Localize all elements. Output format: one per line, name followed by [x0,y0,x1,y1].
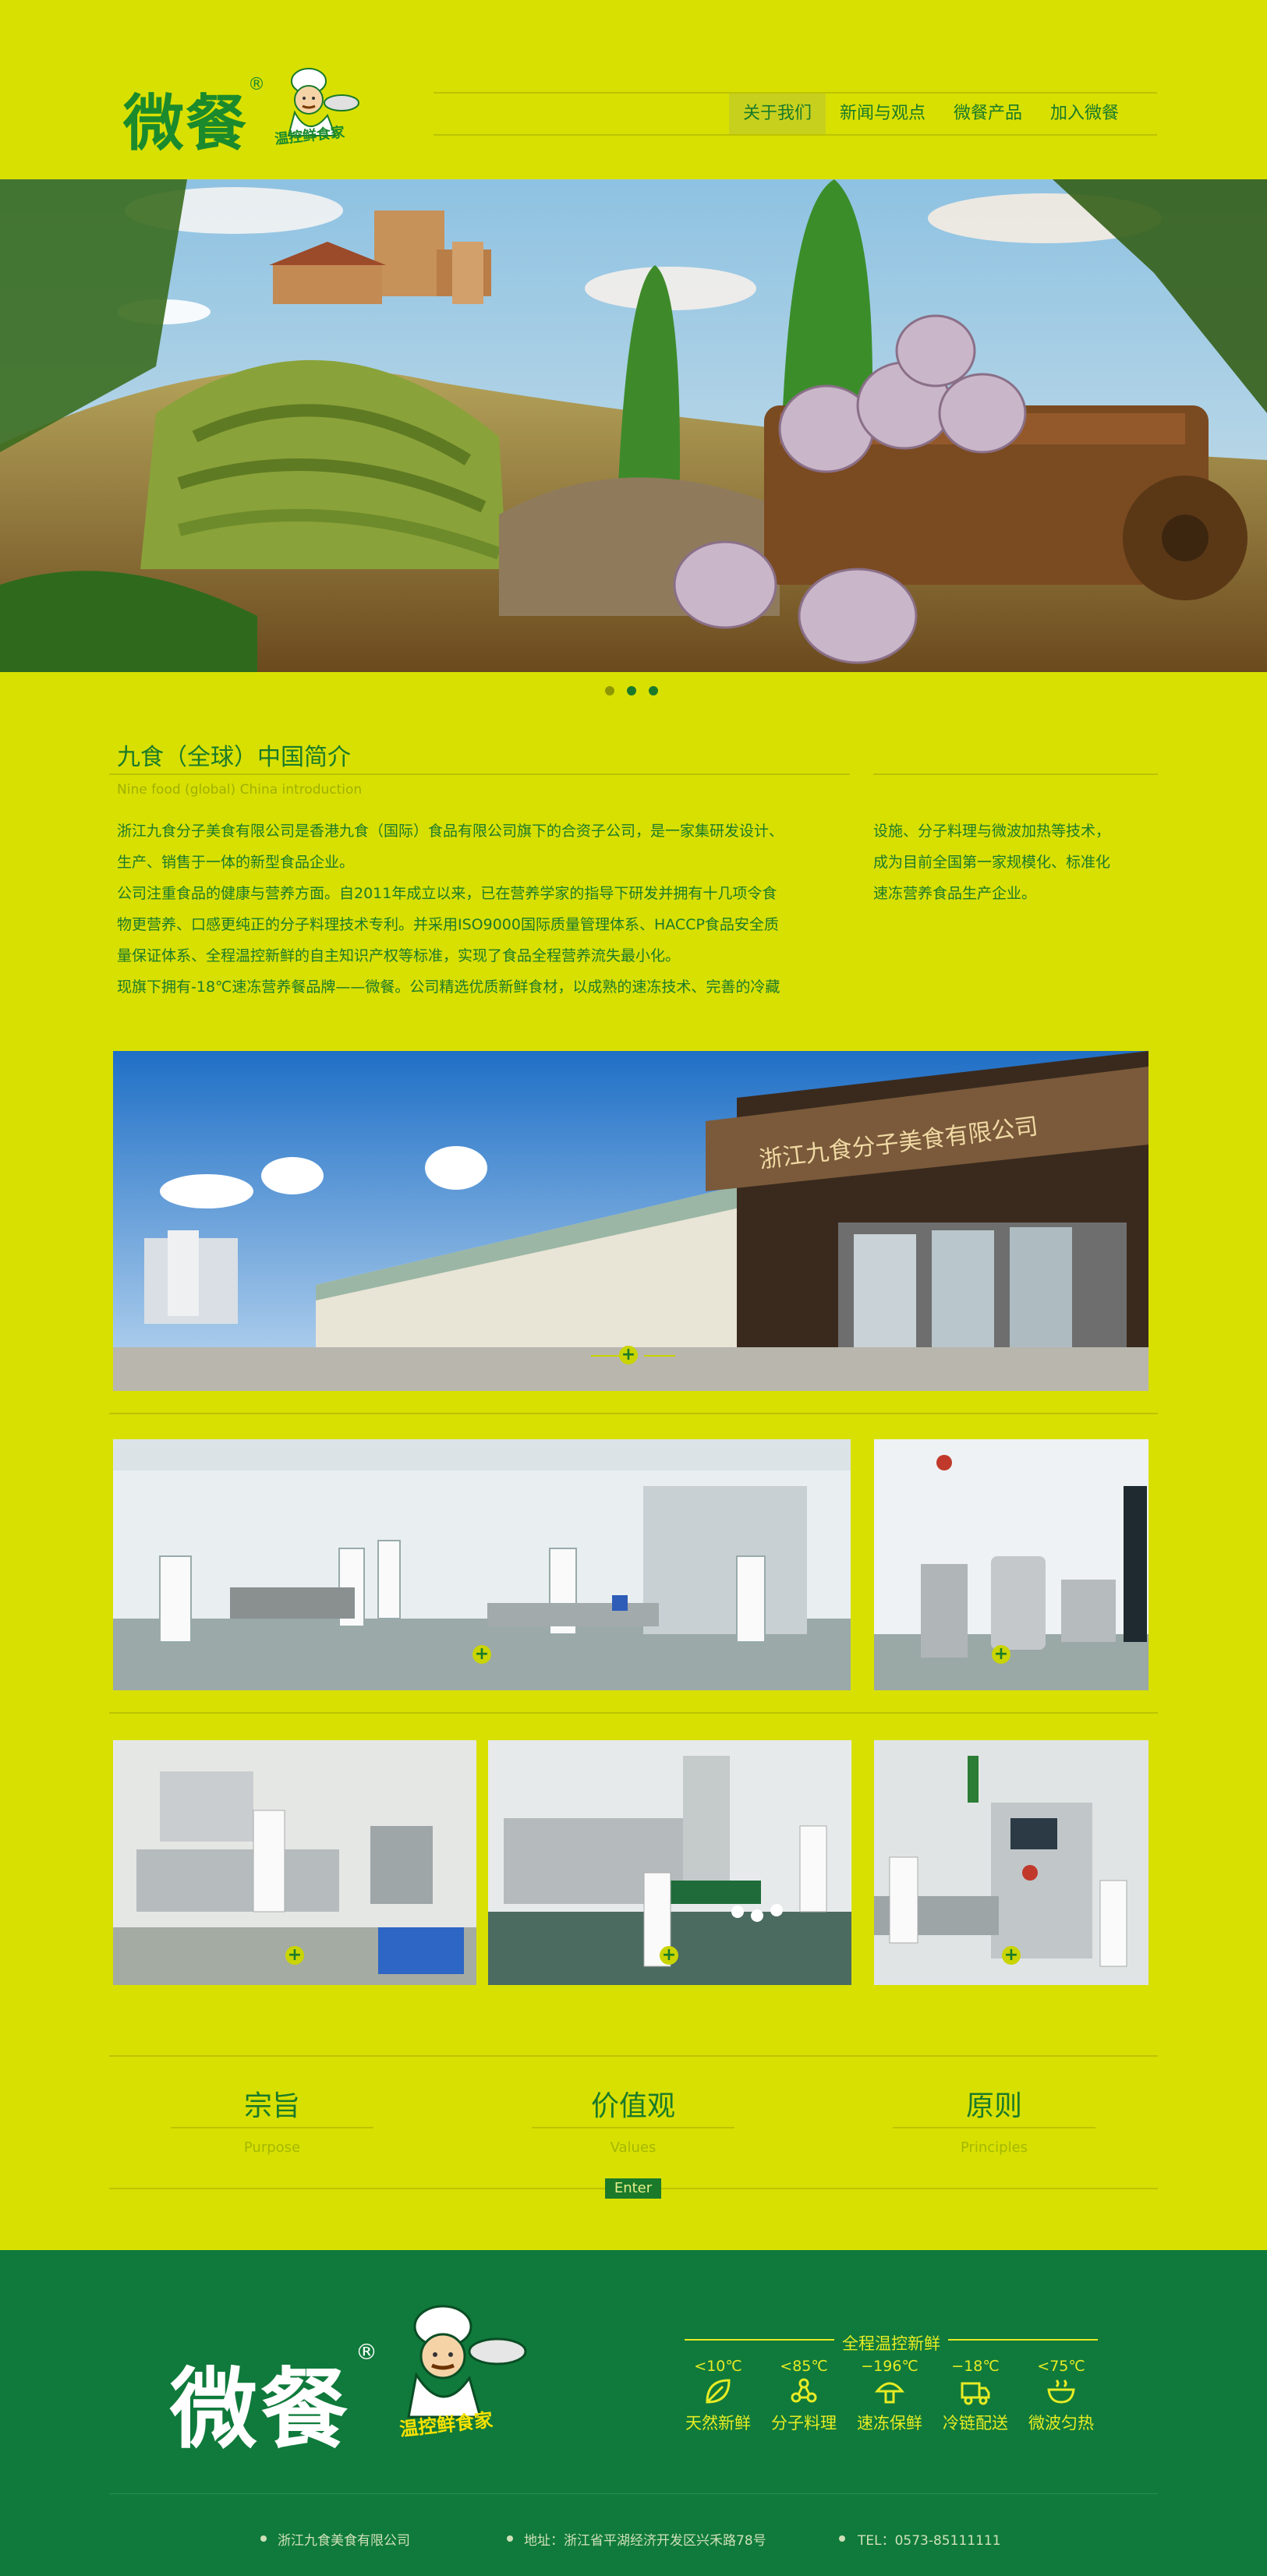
intro-line: 公司注重食品的健康与营养方面。自2011年成立以来，已在营养学家的指导下研发并拥… [117,885,777,902]
main-nav: 关于我们 新闻与观点 微餐产品 加入微餐 [729,94,1133,134]
zoom-plus-icon[interactable]: + [285,1946,304,1965]
values-rule-top [109,2055,1158,2057]
temp-col-coldchain: −18℃ 冷链配送 [933,2358,1018,2434]
carousel-dot-2[interactable] [627,686,636,695]
intro-text-right: 设施、分子料理与微波加热等技术， 成为目前全国第一家规模化、标准化 速冻营养食品… [873,816,1162,909]
temp-label: 天然新鲜 [685,2414,751,2433]
registered-mark: ® [248,75,265,94]
intro-line: 物更营养、口感更纯正的分子料理技术专利。并采用ISO9000国际质量管理体系、H… [117,916,779,933]
temp-value: <85℃ [780,2358,828,2375]
intro-rule-left [109,773,850,775]
temp-label: 速冻保鲜 [857,2414,922,2433]
temp-col-molecular: <85℃ 分子料理 [761,2358,847,2434]
value-values-subtitle: Values [610,2139,657,2156]
footer-address: 地址：浙江省平湖经济开发区兴禾路78号 [524,2533,766,2549]
leaf-icon [706,2379,731,2404]
carousel-dots [605,686,658,695]
temp-value: <75℃ [1037,2358,1085,2375]
value-purpose-title[interactable]: 宗旨 [171,2083,373,2124]
zoom-plus-icon[interactable]: + [619,1346,638,1364]
molecule-icon [791,2378,817,2403]
bullet-icon [507,2535,513,2542]
intro-line: 速冻营养食品生产企业。 [873,885,1037,902]
value-rule [893,2127,1095,2128]
nav-about[interactable]: 关于我们 [729,94,826,134]
nav-join[interactable]: 加入微餐 [1036,94,1133,134]
footer-company: 浙江九食美食有限公司 [278,2533,410,2549]
intro-line: 现旗下拥有-18℃速冻营养餐品牌——微餐。公司精选优质新鲜食材，以成熟的速冻技术… [117,978,780,996]
nav-products[interactable]: 微餐产品 [940,94,1036,134]
intro-line: 设施、分子料理与微波加热等技术， [873,823,1111,840]
temp-label: 分子料理 [771,2414,837,2433]
temp-value: <10℃ [694,2358,742,2375]
footer-rule [109,2493,1158,2494]
intro-rule-right [873,773,1158,775]
nav-rule-bottom [434,134,1157,136]
hero-banner-image[interactable] [0,179,1267,672]
value-rule [171,2127,373,2128]
photo-line [591,1355,622,1357]
site-logo[interactable]: 微餐 [123,75,248,162]
value-purpose-subtitle: Purpose [243,2139,301,2156]
intro-line: 浙江九食分子美食有限公司是香港九食（国际）食品有限公司旗下的合资子公司，是一家集… [117,823,784,840]
intro-text-left: 浙江九食分子美食有限公司是香港九食（国际）食品有限公司旗下的合资子公司，是一家集… [117,816,858,1003]
zoom-plus-icon[interactable]: + [1002,1946,1021,1965]
gallery-rule [109,1413,1158,1414]
photo-cooking-equipment[interactable] [874,1439,1148,1690]
intro-line: 生产、销售于一体的新型食品企业。 [117,854,355,871]
footer-tel: TEL：0573-85111111 [858,2533,1001,2549]
temp-value: −196℃ [861,2358,918,2375]
value-principles-title[interactable]: 原则 [893,2083,1095,2124]
photo-factory-exterior[interactable]: 浙江九食分子美食有限公司 [113,1051,1148,1391]
intro-title: 九食（全球）中国简介 [117,744,351,771]
carousel-dot-3[interactable] [649,686,658,695]
zoom-plus-icon[interactable]: + [472,1645,491,1664]
footer-registered-mark: ® [356,2339,377,2365]
bullet-icon [839,2535,845,2542]
intro-subtitle: Nine food (global) China introduction [117,782,363,798]
bowl-icon [1047,2379,1075,2404]
temp-col-microwave: <75℃ 微波匀热 [1018,2358,1104,2434]
truck-icon [961,2382,990,2405]
mushroom-icon [874,2382,905,2404]
zoom-plus-icon[interactable]: + [992,1645,1010,1664]
photo-line [644,1355,675,1357]
gallery-rule [109,1712,1158,1714]
footer-logo[interactable]: 微餐 [170,2339,351,2465]
zoom-plus-icon[interactable]: + [660,1946,678,1965]
value-rule [532,2127,734,2128]
temp-col-natural: <10℃ 天然新鲜 [675,2358,761,2434]
temp-col-frozen: −196℃ 速冻保鲜 [847,2358,933,2434]
nav-news[interactable]: 新闻与观点 [826,94,940,134]
temp-label: 微波匀热 [1028,2414,1094,2433]
intro-line: 量保证体系、全程温控新鲜的自主知识产权等标准，实现了食品全程营养流失最小化。 [117,947,681,964]
bullet-icon [260,2535,267,2542]
intro-line: 成为目前全国第一家规模化、标准化 [873,854,1111,871]
temp-label: 冷链配送 [943,2414,1008,2433]
value-values-title[interactable]: 价值观 [532,2083,734,2124]
carousel-dot-1[interactable] [605,686,614,695]
value-principles-subtitle: Principles [960,2139,1028,2156]
temp-value: −18℃ [951,2358,1000,2375]
enter-button[interactable]: Enter [605,2178,661,2199]
temp-control-title: 全程温控新鲜 [834,2331,948,2355]
